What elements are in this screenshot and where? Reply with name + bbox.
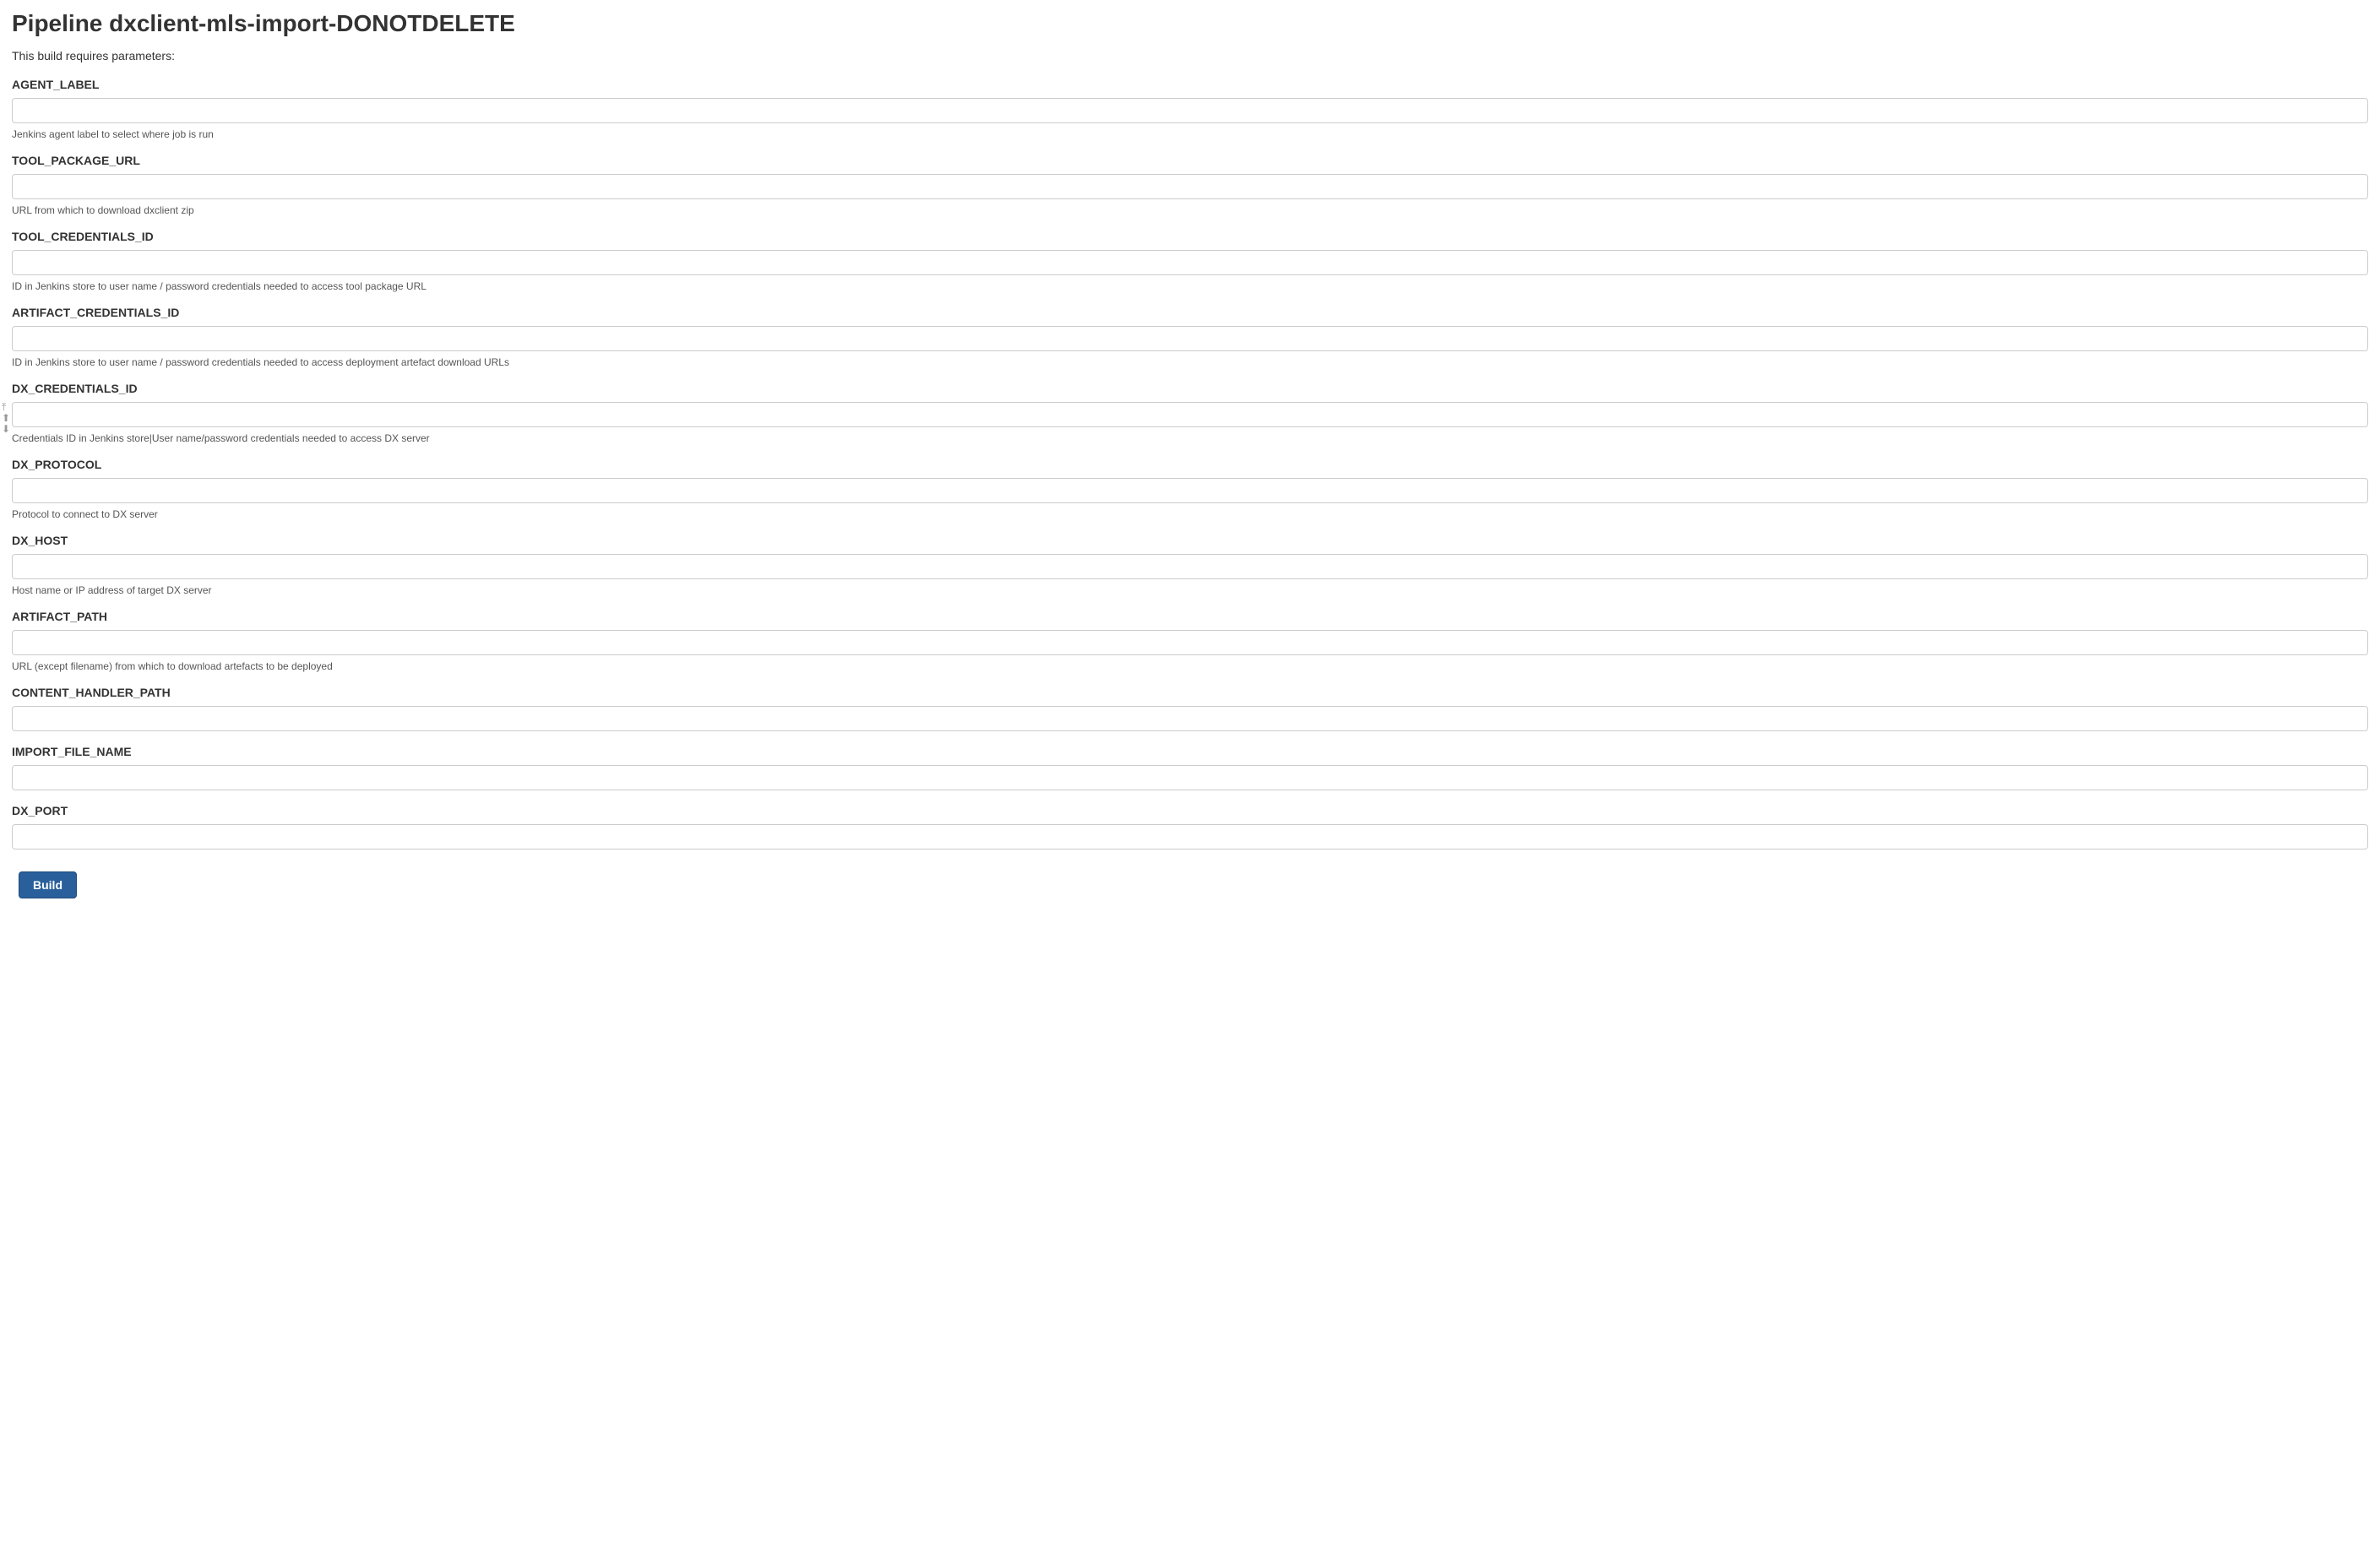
param-import-file-name: IMPORT_FILE_NAME [12, 745, 2368, 790]
param-tool-package-url: TOOL_PACKAGE_URL URL from which to downlo… [12, 154, 2368, 216]
param-agent-label: AGENT_LABEL Jenkins agent label to select… [12, 78, 2368, 140]
param-label: DX_PORT [12, 804, 2368, 817]
param-input-agent-label[interactable] [12, 98, 2368, 123]
param-description: Credentials ID in Jenkins store|User nam… [12, 432, 2368, 444]
param-label: IMPORT_FILE_NAME [12, 745, 2368, 758]
arrow-up-top-icon[interactable]: ⤒ [2, 402, 10, 412]
param-content-handler-path: CONTENT_HANDLER_PATH [12, 686, 2368, 731]
param-input-content-handler-path[interactable] [12, 706, 2368, 731]
param-label: AGENT_LABEL [12, 78, 2368, 91]
param-input-tool-credentials-id[interactable] [12, 250, 2368, 275]
param-dx-credentials-id: ⤒⬆⬇DX_CREDENTIALS_IDCredentials ID in Je… [12, 382, 2368, 444]
param-dx-host: DX_HOST Host name or IP address of target… [12, 534, 2368, 596]
param-label: ARTIFACT_PATH [12, 610, 2368, 623]
param-dx-protocol: DX_PROTOCOL Protocol to connect to DX ser… [12, 458, 2368, 520]
param-label: CONTENT_HANDLER_PATH [12, 686, 2368, 699]
param-label: DX_PROTOCOL [12, 458, 2368, 471]
param-description: ID in Jenkins store to user name / passw… [12, 356, 2368, 368]
param-input-dx-credentials-id[interactable] [12, 402, 2368, 427]
arrow-up-icon[interactable]: ⬆ [2, 413, 10, 423]
param-input-artifact-path[interactable] [12, 630, 2368, 655]
params-container: AGENT_LABEL Jenkins agent label to select… [12, 78, 2368, 849]
param-label: TOOL_PACKAGE_URL [12, 154, 2368, 167]
param-input-import-file-name[interactable] [12, 765, 2368, 790]
param-description: Jenkins agent label to select where job … [12, 128, 2368, 140]
param-description: ID in Jenkins store to user name / passw… [12, 280, 2368, 292]
param-description: URL from which to download dxclient zip [12, 204, 2368, 216]
param-input-artifact-credentials-id[interactable] [12, 326, 2368, 351]
param-description: URL (except filename) from which to down… [12, 660, 2368, 672]
drag-handles: ⤒⬆⬇ [2, 402, 10, 434]
arrow-down-icon[interactable]: ⬇ [2, 424, 10, 434]
param-artifact-path: ARTIFACT_PATH URL (except filename) from … [12, 610, 2368, 672]
param-tool-credentials-id: TOOL_CREDENTIALS_ID ID in Jenkins store t… [12, 230, 2368, 292]
page-title: Pipeline dxclient-mls-import-DONOTDELETE [12, 10, 2368, 37]
build-button[interactable]: Build [19, 871, 77, 898]
param-label: DX_CREDENTIALS_ID [12, 382, 2368, 395]
intro-text: This build requires parameters: [12, 49, 2368, 62]
param-input-dx-port[interactable] [12, 824, 2368, 849]
param-description: Protocol to connect to DX server [12, 508, 2368, 520]
param-input-dx-host[interactable] [12, 554, 2368, 579]
param-label: ARTIFACT_CREDENTIALS_ID [12, 306, 2368, 319]
param-label: TOOL_CREDENTIALS_ID [12, 230, 2368, 243]
param-label: DX_HOST [12, 534, 2368, 547]
param-dx-port: DX_PORT [12, 804, 2368, 849]
param-description: Host name or IP address of target DX ser… [12, 584, 2368, 596]
param-input-dx-protocol[interactable] [12, 478, 2368, 503]
param-artifact-credentials-id: ARTIFACT_CREDENTIALS_ID ID in Jenkins sto… [12, 306, 2368, 368]
param-input-tool-package-url[interactable] [12, 174, 2368, 199]
